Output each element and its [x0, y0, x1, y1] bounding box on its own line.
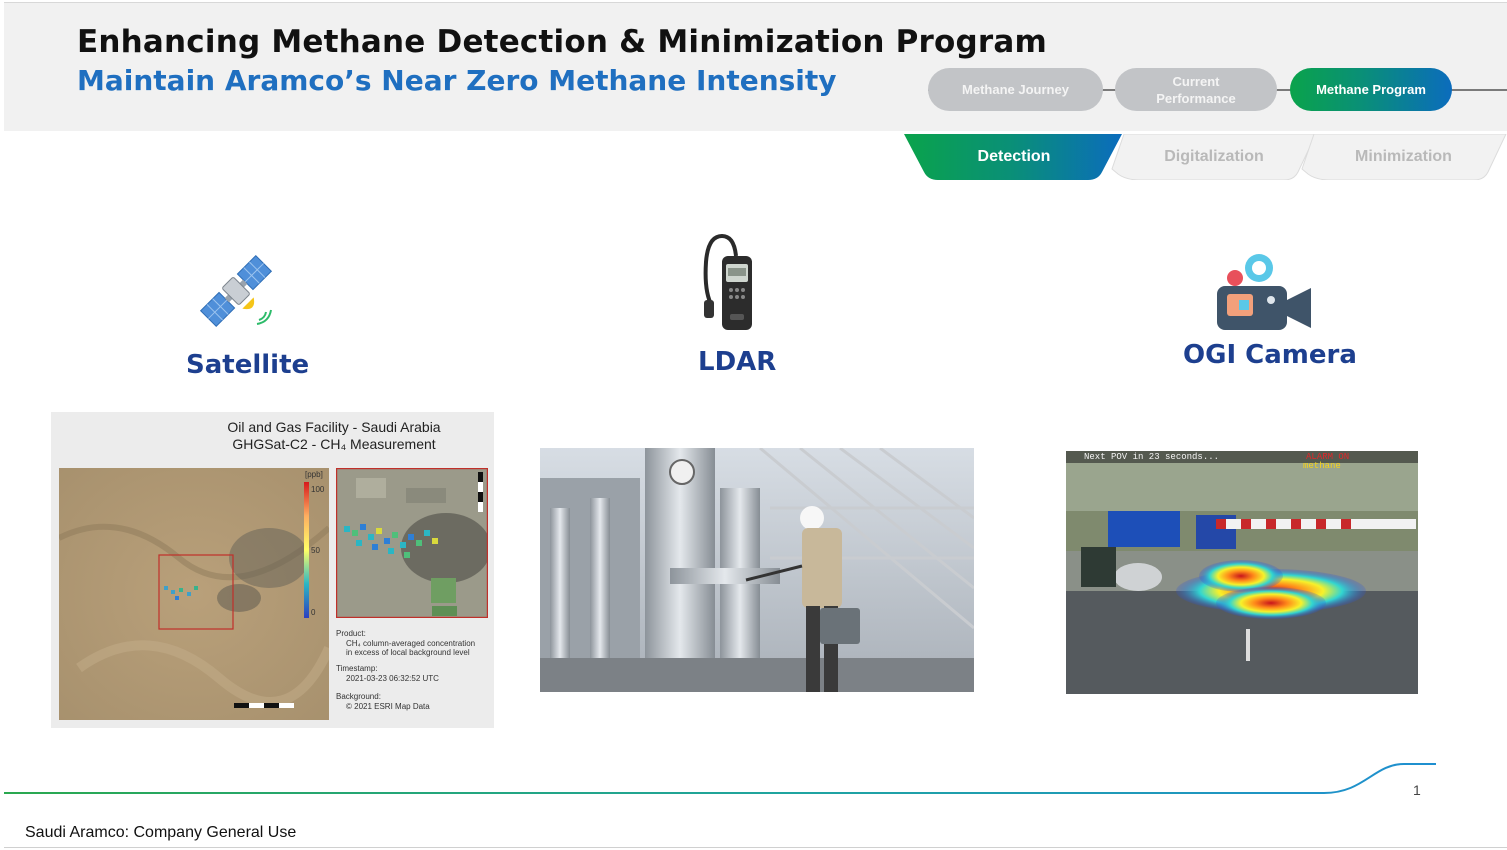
tab-minimization[interactable]: Minimization — [1300, 134, 1507, 180]
column-label-ldar: LDAR — [698, 347, 777, 377]
bottom-rule — [4, 847, 1507, 848]
classification-label: Saudi Aramco: Company General Use — [25, 824, 297, 841]
sat-image-title-line2: GHGSat-C2 - CH₄ Measurement — [232, 436, 436, 452]
video-camera-icon — [1217, 254, 1311, 330]
column-label-satellite: Satellite — [186, 350, 310, 380]
sat-scale-tick-100: 100 — [311, 485, 325, 494]
nav-pill-methane-program[interactable]: Methane Program — [1290, 68, 1452, 111]
sat-product-line2: in excess of local background level — [346, 648, 470, 657]
tab-detection[interactable]: Detection — [904, 134, 1124, 180]
sat-zoom-map — [336, 468, 488, 618]
sat-background-label: Background: — [336, 692, 381, 701]
tab-detection-label: Detection — [977, 148, 1051, 165]
tab-digitalization-label: Digitalization — [1164, 148, 1264, 165]
ogi-overlay-gas-label: methane — [1303, 461, 1341, 471]
sat-product-label: Product: — [336, 629, 366, 638]
ogi-overlay-countdown: Next POV in 23 seconds... — [1084, 452, 1220, 462]
sat-timestamp-label: Timestamp: — [336, 664, 378, 673]
satellite-ghgsat-image: Oil and Gas Facility - Saudi Arabia GHGS… — [51, 412, 494, 728]
satellite-icon — [199, 254, 273, 328]
slide-subtitle: Maintain Aramco’s Near Zero Methane Inte… — [77, 64, 837, 97]
ldar-inspection-photo — [540, 448, 974, 692]
sat-overview-map — [59, 468, 329, 720]
nav-pill-methane-journey[interactable]: Methane Journey — [928, 68, 1103, 111]
ogi-thermal-photo: Next POV in 23 seconds... ALARM ON metha… — [1066, 451, 1418, 694]
nav-pill-current-performance[interactable]: Current Performance — [1115, 68, 1277, 111]
ogi-thermal-scene — [1066, 451, 1418, 694]
gas-detector-icon — [703, 233, 752, 330]
tab-minimization-label: Minimization — [1355, 148, 1452, 165]
sat-scale-tick-0: 0 — [311, 608, 316, 617]
tab-digitalization[interactable]: Digitalization — [1110, 134, 1318, 180]
sat-scale-unit: [ppb] — [305, 470, 323, 479]
slide-title: Enhancing Methane Detection & Minimizati… — [77, 24, 1048, 60]
sat-timestamp-value: 2021-03-23 06:32:52 UTC — [346, 674, 439, 683]
footer-gradient-line — [4, 763, 1436, 794]
sat-background-value: © 2021 ESRI Map Data — [346, 702, 430, 711]
column-label-ogi-camera: OGI Camera — [1183, 340, 1357, 370]
sat-scale-tick-50: 50 — [311, 546, 320, 555]
page-number: 1 — [1413, 782, 1421, 798]
sat-image-title-line1: Oil and Gas Facility - Saudi Arabia — [227, 419, 441, 435]
